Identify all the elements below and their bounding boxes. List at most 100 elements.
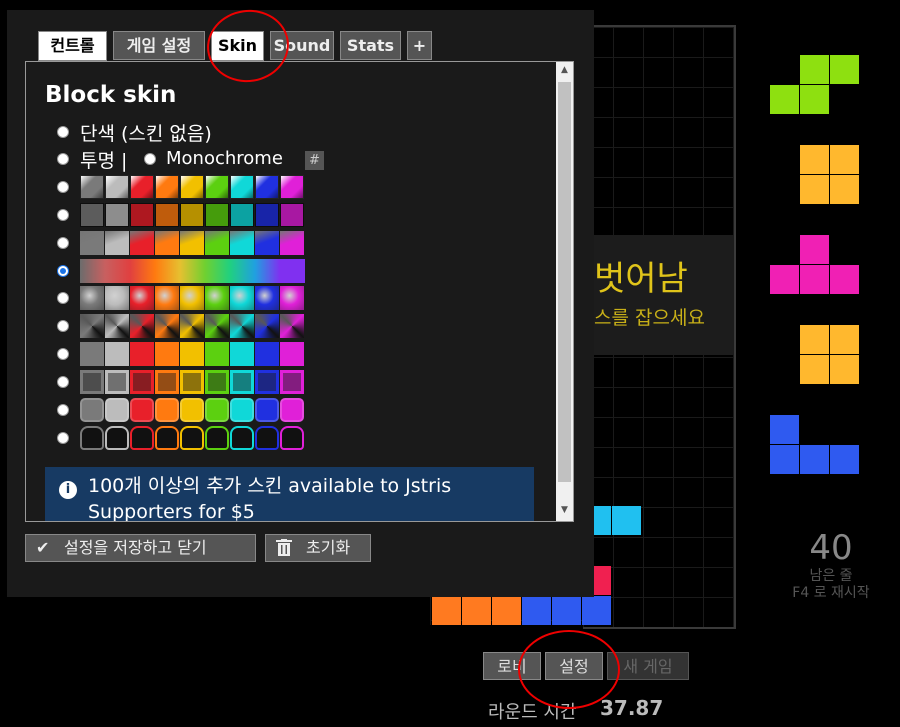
skin-swatch — [155, 286, 179, 310]
queue-block — [800, 145, 829, 174]
board-block — [492, 596, 521, 625]
skin-swatch — [80, 342, 104, 366]
scroll-up-icon[interactable]: ▲ — [556, 62, 573, 79]
queue-block — [830, 355, 859, 384]
skin-swatch — [80, 259, 105, 283]
skin-swatch — [230, 203, 254, 227]
skin-swatch — [105, 370, 129, 394]
skin-swatch — [105, 231, 129, 255]
skin-radio-option[interactable] — [57, 237, 69, 249]
skin-radio-option[interactable] — [57, 265, 69, 277]
skin-radio-transparent[interactable] — [57, 153, 69, 165]
skin-radio-option[interactable] — [57, 432, 69, 444]
skin-swatch — [130, 342, 154, 366]
reset-button[interactable]: 초기화 — [265, 534, 371, 562]
skin-swatch — [255, 175, 279, 199]
skin-swatch — [280, 286, 304, 310]
skin-swatch — [155, 314, 179, 338]
skin-swatch — [180, 231, 204, 255]
skin-swatch — [155, 398, 179, 422]
queue-block — [800, 55, 829, 84]
queue-block — [800, 445, 829, 474]
scroll-thumb[interactable] — [558, 82, 571, 482]
skin-swatch — [105, 314, 129, 338]
queue-block — [800, 325, 829, 354]
skin-swatch — [130, 314, 154, 338]
skin-swatch — [130, 426, 154, 450]
save-close-button[interactable]: ✔ 설정을 저장하고 닫기 — [25, 534, 256, 562]
queue-block — [830, 145, 859, 174]
skin-radio-option[interactable] — [57, 292, 69, 304]
skin-preview-row[interactable] — [80, 259, 305, 283]
skin-swatch — [130, 175, 154, 199]
queue-block — [800, 85, 829, 114]
tab-game-settings[interactable]: 게임 설정 — [113, 31, 205, 60]
skin-radio-option[interactable] — [57, 404, 69, 416]
skin-swatch — [180, 203, 204, 227]
tab-add[interactable]: + — [407, 31, 432, 60]
skin-radio-option[interactable] — [57, 209, 69, 221]
skin-swatch — [105, 259, 130, 283]
info-icon: i — [59, 481, 77, 499]
tab-stats[interactable]: Stats — [340, 31, 401, 60]
skin-swatch — [205, 426, 229, 450]
skin-preview-row[interactable] — [80, 286, 305, 310]
skin-preview-row[interactable] — [80, 231, 305, 255]
skin-swatch — [205, 175, 229, 199]
skin-preview-row[interactable] — [80, 175, 305, 199]
skin-swatch — [230, 259, 255, 283]
skin-radio-solid[interactable] — [57, 126, 69, 138]
monochrome-color-button[interactable]: # — [305, 151, 324, 170]
skin-swatch — [180, 398, 204, 422]
skin-preview-row[interactable] — [80, 314, 305, 338]
overlay-title: 벗어남 — [594, 259, 688, 299]
skin-swatch — [255, 314, 279, 338]
scroll-down-icon[interactable]: ▼ — [556, 502, 573, 519]
skin-preview-row[interactable] — [80, 342, 305, 366]
skin-preview-row[interactable] — [80, 426, 305, 450]
queue-block — [770, 85, 799, 114]
queue-block — [830, 325, 859, 354]
skin-preview-row[interactable] — [80, 370, 305, 394]
skin-radio-option[interactable] — [57, 348, 69, 360]
skin-radio-option[interactable] — [57, 320, 69, 332]
queue-block — [770, 265, 799, 294]
queue-block — [800, 265, 829, 294]
queue-block — [830, 265, 859, 294]
skin-swatch — [155, 203, 179, 227]
skin-swatch — [230, 342, 254, 366]
skin-swatch — [280, 370, 304, 394]
skin-preview-row[interactable] — [80, 203, 305, 227]
board-block — [582, 596, 611, 625]
skin-swatch — [205, 342, 229, 366]
queue-block — [770, 445, 799, 474]
skin-swatch — [280, 175, 304, 199]
queue-block — [830, 55, 859, 84]
skin-swatch — [80, 314, 104, 338]
skin-swatch — [180, 426, 204, 450]
lines-label: 남은 줄 F4 로 재시작 — [770, 568, 892, 602]
skin-swatch — [80, 203, 104, 227]
skin-swatch — [130, 370, 154, 394]
reset-label: 초기화 — [306, 538, 351, 557]
skin-swatch — [205, 231, 229, 255]
settings-dialog: 컨트롤 게임 설정 Skin Sound Stats + Block skin … — [7, 10, 594, 597]
skin-option-solid-label: 단색 (스킨 없음) — [80, 123, 212, 145]
skin-radio-option[interactable] — [57, 376, 69, 388]
skin-preview-row[interactable] — [80, 398, 305, 422]
skin-option-monochrome-label: Monochrome — [166, 148, 283, 169]
skin-swatch — [280, 398, 304, 422]
tab-controls[interactable]: 컨트롤 — [38, 31, 107, 61]
panel-scrollbar[interactable]: ▲ ▼ — [556, 62, 573, 521]
lines-remaining: 40 — [809, 528, 853, 568]
skin-swatch — [205, 286, 229, 310]
skin-swatch — [280, 259, 305, 283]
skin-radio-monochrome[interactable] — [144, 153, 156, 165]
skin-swatch — [230, 175, 254, 199]
skin-swatch — [155, 175, 179, 199]
skin-radio-option[interactable] — [57, 181, 69, 193]
queue-block — [800, 175, 829, 204]
skin-swatch — [255, 342, 279, 366]
skin-swatch — [230, 398, 254, 422]
skin-swatch — [280, 426, 304, 450]
